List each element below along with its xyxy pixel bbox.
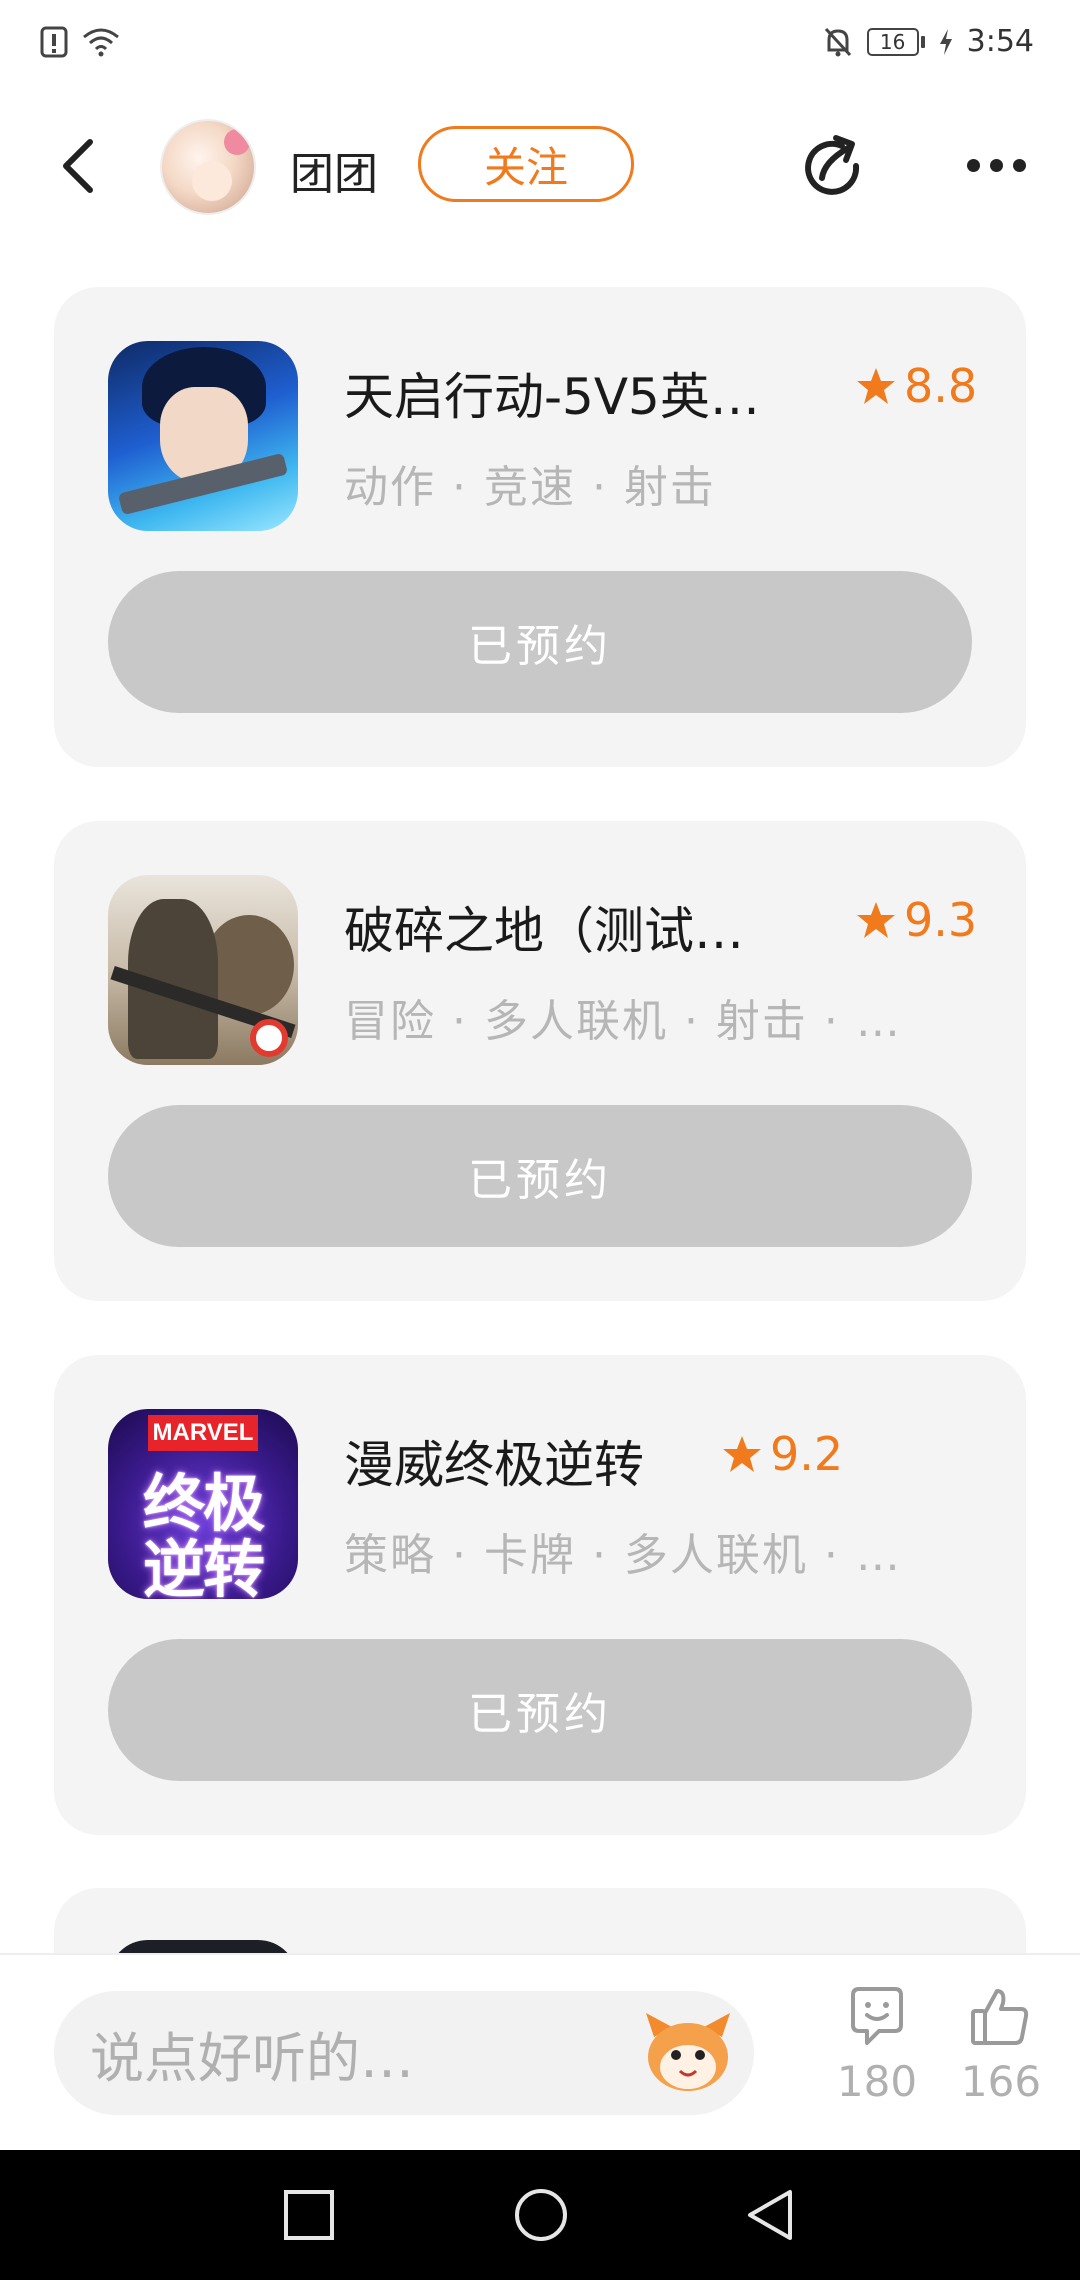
mute-bell-icon xyxy=(824,27,851,56)
battery-indicator: 16 xyxy=(866,27,925,56)
mascot-emoji-icon[interactable] xyxy=(640,2007,736,2097)
game-icon[interactable] xyxy=(108,875,298,1065)
circle-icon xyxy=(515,2189,567,2241)
game-title[interactable]: 破碎之地（测试… xyxy=(344,891,744,963)
game-title[interactable]: 漫威终极逆转 xyxy=(344,1425,644,1497)
game-tags: 策略 · 卡牌 · 多人联机 · … xyxy=(344,1530,902,1581)
rating-value: 8.8 xyxy=(904,359,978,413)
username[interactable]: 团团 xyxy=(290,138,378,202)
comment-smile-icon xyxy=(851,1987,903,2045)
game-card[interactable]: 天启行动-5V5英… 8.8 动作 · 竞速 · 射击 已预约 xyxy=(54,287,1026,767)
game-card[interactable]: MARVEL 终极 逆转 漫威终极逆转 9.2 策略 · 卡牌 · 多人联机 ·… xyxy=(54,1355,1026,1835)
wifi-icon xyxy=(83,28,119,57)
home-button[interactable] xyxy=(510,2184,572,2246)
like-count: 166 xyxy=(960,2057,1042,2106)
game-icon[interactable] xyxy=(108,341,298,531)
icon-title-line2: 逆转 xyxy=(142,1533,265,1599)
game-tags: 动作 · 竞速 · 射击 xyxy=(344,462,716,513)
thumbs-up-icon xyxy=(971,1989,1029,2045)
more-dots-icon xyxy=(966,158,980,172)
alert-icon xyxy=(40,26,68,58)
icon-brand-text: MARVEL xyxy=(148,1415,258,1451)
status-time: 3:54 xyxy=(966,24,1034,59)
square-icon xyxy=(284,2190,334,2240)
game-tags: 冒险 · 多人联机 · 射击 · … xyxy=(344,996,902,1047)
triangle-icon xyxy=(748,2190,792,2240)
star-icon xyxy=(857,902,895,938)
avatar[interactable] xyxy=(160,119,256,215)
game-icon[interactable]: MARVEL 终极 逆转 xyxy=(108,1409,298,1599)
chevron-left-icon xyxy=(63,139,93,193)
follow-button[interactable]: 关注 xyxy=(418,126,634,202)
comment-button[interactable]: 180 xyxy=(822,1985,932,2135)
reserved-button[interactable]: 已预约 xyxy=(108,1639,972,1781)
comment-count: 180 xyxy=(836,2057,918,2106)
status-bar: 16 3:54 xyxy=(0,0,1080,90)
status-right: 16 3:54 xyxy=(823,24,1034,59)
rating-value: 9.2 xyxy=(770,1427,844,1481)
share-icon xyxy=(805,135,860,195)
battery-level: 16 xyxy=(866,27,919,56)
more-button[interactable] xyxy=(960,150,1032,180)
reserved-button[interactable]: 已预约 xyxy=(108,571,972,713)
like-button[interactable]: 166 xyxy=(946,1985,1056,2135)
charging-icon xyxy=(939,28,952,55)
rating-value: 9.3 xyxy=(904,893,978,947)
star-icon xyxy=(723,1436,761,1472)
comment-bar: 说点好听的… 180 166 xyxy=(0,1953,1080,2150)
game-rating: 8.8 xyxy=(856,359,977,413)
share-button[interactable] xyxy=(798,132,870,204)
back-nav-button[interactable] xyxy=(740,2184,802,2246)
reserved-button[interactable]: 已预约 xyxy=(108,1105,972,1247)
system-nav-bar xyxy=(0,2150,1080,2280)
header: 团团 关注 xyxy=(0,110,1080,220)
game-rating: 9.2 xyxy=(722,1427,843,1481)
star-icon xyxy=(857,368,895,404)
game-card[interactable]: 破碎之地（测试… 9.3 冒险 · 多人联机 · 射击 · … 已预约 xyxy=(54,821,1026,1301)
recent-apps-button[interactable] xyxy=(278,2184,340,2246)
game-rating: 9.3 xyxy=(856,893,977,947)
game-title[interactable]: 天启行动-5V5英… xyxy=(344,357,760,429)
status-left xyxy=(40,26,120,58)
back-button[interactable] xyxy=(50,136,110,196)
